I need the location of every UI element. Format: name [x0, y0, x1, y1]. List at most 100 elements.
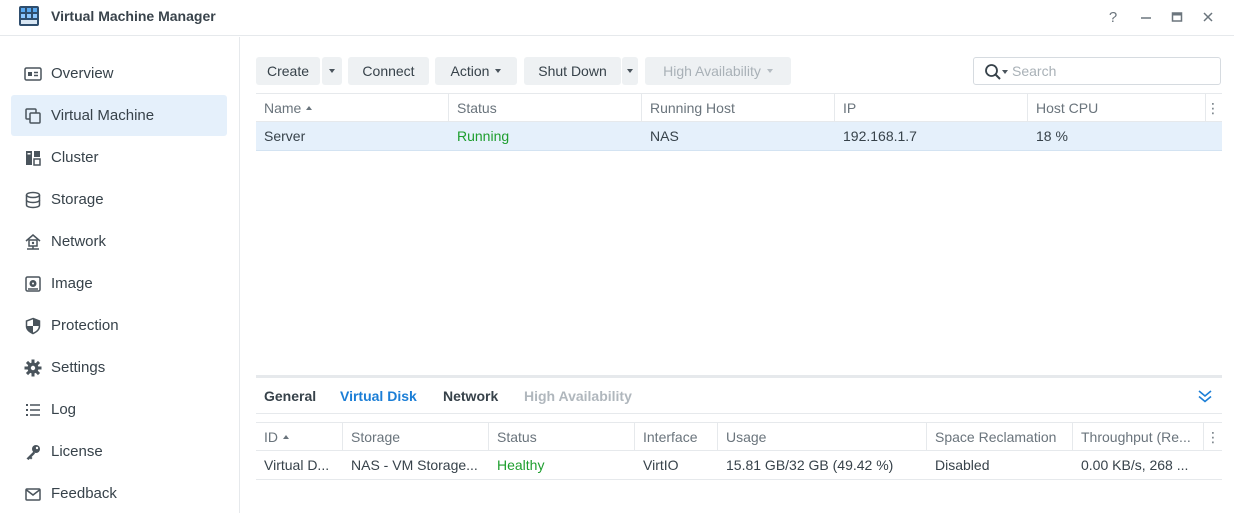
sidebar-item-license[interactable]: License: [11, 431, 227, 472]
network-icon: [24, 233, 42, 251]
disk-storage: NAS - VM Storage...: [351, 457, 478, 473]
vm-status: Running: [457, 128, 510, 144]
tab-virtual-disk[interactable]: Virtual Disk: [340, 378, 417, 413]
column-menu-icon[interactable]: ⋮: [1204, 423, 1222, 451]
window-title: Virtual Machine Manager: [51, 8, 216, 24]
shut-down-button-label: Shut Down: [538, 63, 607, 79]
disk-status: Healthy: [497, 457, 545, 473]
column-label: Status: [497, 429, 537, 445]
create-dropdown-button[interactable]: [322, 57, 342, 85]
column-header-running-host[interactable]: Running Host: [642, 94, 835, 122]
column-header-interface[interactable]: Interface: [635, 423, 718, 451]
table-row[interactable]: Virtual D... NAS - VM Storage... Healthy…: [256, 451, 1222, 480]
disk-space-reclamation: Disabled: [935, 457, 990, 473]
sidebar-item-cluster[interactable]: Cluster: [11, 137, 227, 178]
connect-button-label: Connect: [362, 63, 415, 79]
sidebar-item-label: License: [51, 443, 103, 460]
column-label: Host CPU: [1036, 100, 1099, 116]
create-button[interactable]: Create: [256, 57, 320, 85]
sidebar-item-protection[interactable]: Protection: [11, 305, 227, 346]
collapse-icon[interactable]: [1196, 387, 1214, 405]
sidebar-item-label: Overview: [51, 65, 114, 82]
column-header-throughput[interactable]: Throughput (Re...: [1073, 423, 1204, 451]
shut-down-dropdown-button[interactable]: [622, 57, 638, 85]
search-box[interactable]: [973, 57, 1221, 85]
high-availability-button-label: High Availability: [663, 63, 761, 79]
detail-tabs: General Virtual Disk Network High Availa…: [256, 378, 1222, 414]
table-row[interactable]: Server Running NAS 192.168.1.7 18 %: [256, 122, 1222, 151]
column-header-usage[interactable]: Usage: [718, 423, 927, 451]
column-label: Status: [457, 100, 497, 116]
list-icon: [24, 401, 42, 419]
vm-ip: 192.168.1.7: [843, 128, 917, 144]
sidebar-item-feedback[interactable]: Feedback: [11, 473, 227, 513]
action-button[interactable]: Action: [435, 57, 517, 85]
tab-general[interactable]: General: [264, 378, 316, 413]
sidebar-item-label: Image: [51, 275, 93, 292]
disk-interface: VirtIO: [643, 457, 679, 473]
column-label: Name: [264, 100, 302, 116]
title-bar: Virtual Machine Manager ?: [0, 0, 1234, 36]
help-icon[interactable]: ?: [1104, 8, 1122, 26]
sidebar-item-label: Settings: [51, 359, 106, 376]
sidebar-item-storage[interactable]: Storage: [11, 179, 227, 220]
sort-ascending-icon: [283, 435, 289, 439]
action-button-label: Action: [450, 63, 490, 79]
column-label: Throughput (Re...: [1081, 429, 1191, 445]
close-icon[interactable]: [1199, 8, 1217, 26]
sidebar-item-label: Network: [51, 233, 107, 250]
vm-name: Server: [264, 128, 306, 144]
sidebar: Overview Virtual Machine Cluster Storage…: [0, 37, 240, 513]
column-header-ip[interactable]: IP: [835, 94, 1028, 122]
high-availability-button[interactable]: High Availability: [645, 57, 791, 85]
column-label: ID: [264, 429, 278, 445]
chevron-down-icon: [495, 69, 502, 73]
sidebar-item-label: Virtual Machine: [51, 107, 155, 124]
overview-icon: [24, 65, 42, 83]
column-header-storage[interactable]: Storage: [343, 423, 489, 451]
chevron-down-icon: [329, 69, 335, 73]
key-icon: [24, 443, 42, 461]
column-menu-icon[interactable]: ⋮: [1204, 94, 1222, 122]
sidebar-item-label: Cluster: [51, 149, 99, 166]
chevron-down-icon: [766, 69, 773, 73]
column-label: Space Reclamation: [935, 429, 1057, 445]
sidebar-item-label: Log: [51, 401, 77, 418]
search-input[interactable]: [1012, 62, 1212, 80]
vm-host-cpu: 18 %: [1036, 128, 1068, 144]
sidebar-item-network[interactable]: Network: [11, 221, 227, 262]
vm-running-host: NAS: [650, 128, 679, 144]
storage-icon: [24, 191, 42, 209]
column-header-status[interactable]: Status: [449, 94, 642, 122]
gear-icon: [24, 359, 42, 377]
search-icon[interactable]: [984, 63, 1002, 81]
disk-throughput: 0.00 KB/s, 268 ...: [1081, 457, 1189, 473]
sidebar-item-virtual-machine[interactable]: Virtual Machine: [11, 95, 227, 136]
sidebar-item-label: Feedback: [51, 485, 117, 502]
shut-down-button[interactable]: Shut Down: [524, 57, 621, 85]
column-header-host-cpu[interactable]: Host CPU: [1028, 94, 1206, 122]
create-button-label: Create: [266, 63, 310, 79]
chevron-down-icon: [1002, 70, 1008, 74]
connect-button[interactable]: Connect: [348, 57, 429, 85]
app-icon: [19, 6, 39, 26]
tab-high-availability[interactable]: High Availability: [524, 378, 632, 413]
disk-table-header: ID Storage Status Interface Usage Space …: [256, 422, 1222, 451]
column-label: Storage: [351, 429, 401, 445]
maximize-icon[interactable]: [1168, 8, 1186, 26]
column-label: Running Host: [650, 100, 735, 116]
sidebar-item-overview[interactable]: Overview: [11, 53, 227, 94]
cluster-icon: [24, 149, 42, 167]
sidebar-item-image[interactable]: Image: [11, 263, 227, 304]
column-header-name[interactable]: Name: [256, 94, 449, 122]
tab-network[interactable]: Network: [443, 378, 498, 413]
sort-ascending-icon: [306, 106, 313, 110]
column-header-id[interactable]: ID: [256, 423, 343, 451]
sidebar-item-settings[interactable]: Settings: [11, 347, 227, 388]
sidebar-item-log[interactable]: Log: [11, 389, 227, 430]
minimize-icon[interactable]: [1137, 8, 1155, 26]
column-header-space-reclamation[interactable]: Space Reclamation: [927, 423, 1073, 451]
image-icon: [24, 275, 42, 293]
sidebar-item-label: Storage: [51, 191, 104, 208]
column-header-status[interactable]: Status: [489, 423, 635, 451]
